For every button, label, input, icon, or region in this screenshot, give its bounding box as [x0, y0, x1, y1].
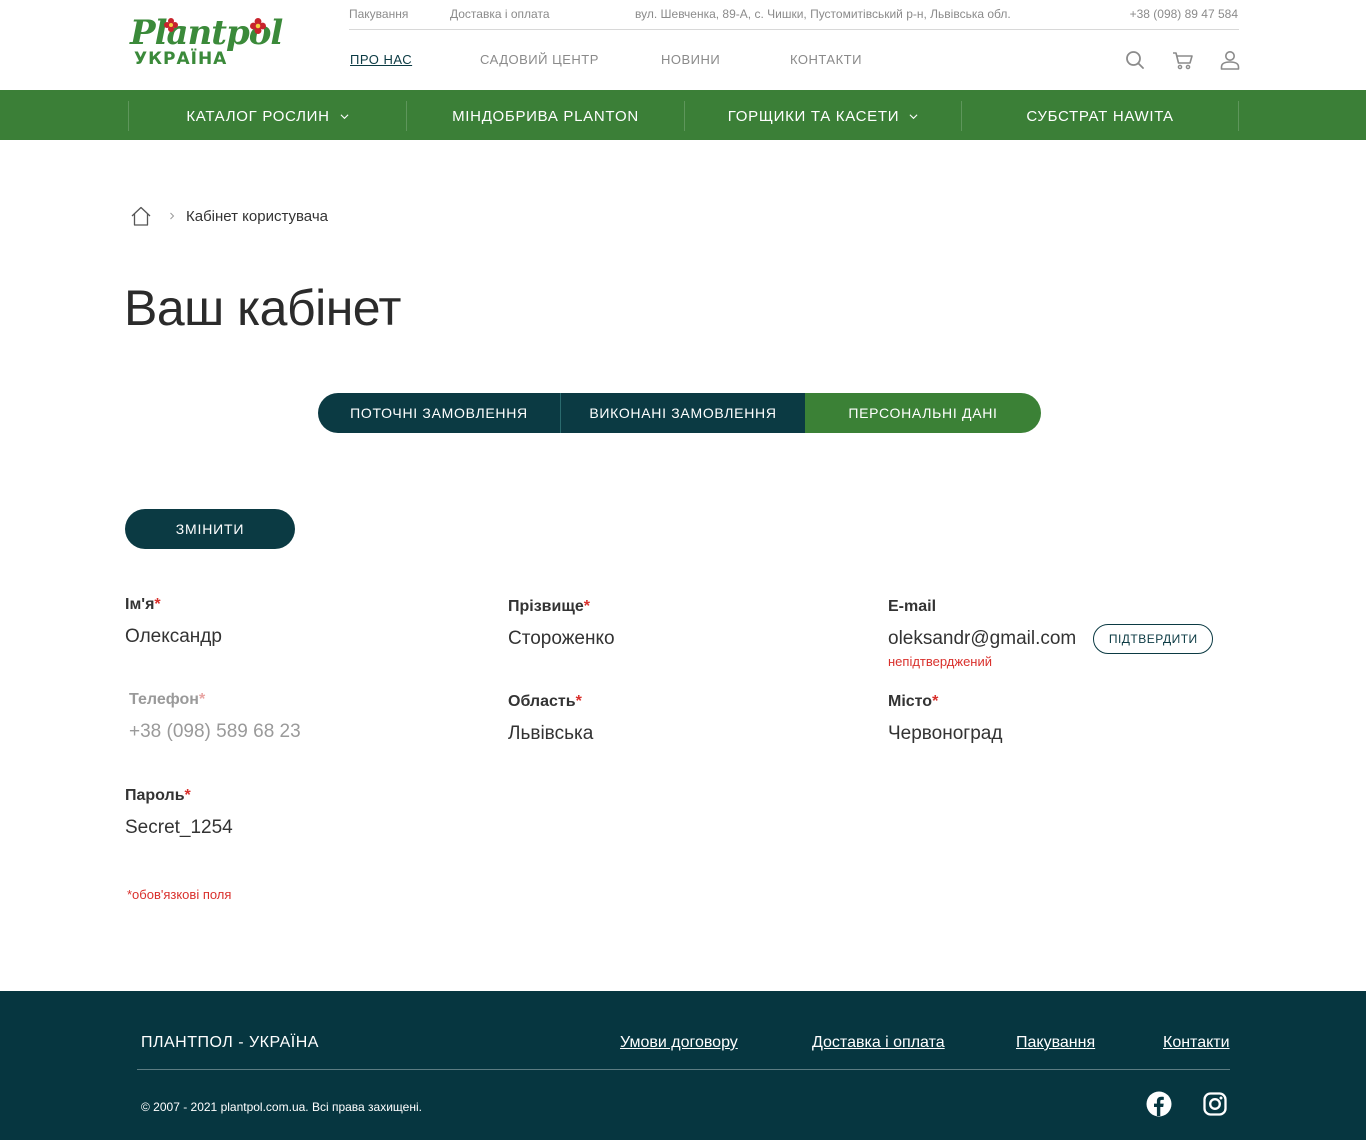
chevron-down-icon [909, 113, 918, 119]
region-value[interactable]: Львівська [508, 723, 593, 745]
catalog-nav-substrate-label: СУБСТРАТ HAWITA [1026, 107, 1174, 125]
city-label: Місто* [888, 693, 1002, 711]
surname-value[interactable]: Стороженко [508, 628, 615, 650]
catalog-nav-substrate[interactable]: СУБСТРАТ HAWITA [961, 101, 1239, 131]
footer-copyright: © 2007 - 2021 plantpol.com.ua. Всі права… [141, 1100, 422, 1114]
facebook-icon[interactable] [1146, 1091, 1172, 1117]
required-mark: * [154, 596, 161, 613]
site-footer: ПЛАНТПОЛ - УКРАЇНА Умови договору Достав… [0, 991, 1366, 1140]
region-label: Область* [508, 693, 593, 711]
instagram-icon[interactable] [1202, 1091, 1228, 1117]
catalog-nav-pots-label: ГОРЩИКИ ТА КАСЕТИ [727, 107, 900, 125]
name-label: Ім'я* [125, 596, 222, 614]
email-value[interactable]: oleksandr@gmail.com [888, 628, 1076, 650]
password-field: Пароль* Secret_1254 [125, 787, 233, 839]
phone-field: Телефон* +38 (098) 589 68 23 [129, 691, 301, 743]
nav-item-news[interactable]: НОВИНИ [661, 52, 720, 67]
nav-item-contacts[interactable]: КОНТАКТИ [790, 52, 862, 67]
nav-item-about[interactable]: ПРО НАС [350, 52, 412, 67]
footer-link-contacts[interactable]: Контакти [1163, 1034, 1230, 1052]
city-value[interactable]: Червоноград [888, 723, 1002, 745]
top-info-strip: Пакування Доставка і оплата вул. Шевченк… [349, 0, 1239, 30]
required-mark: * [575, 693, 582, 710]
site-header: Plantpol УКРАЇНА Пакування Доставка і оп… [0, 0, 1366, 90]
email-row: oleksandr@gmail.com ПІДТВЕРДИТИ [888, 624, 1214, 654]
surname-label: Прізвище* [508, 598, 615, 616]
catalog-nav-fertilizers-label: МІНДОБРИВА PLANTON [452, 107, 639, 125]
footer-link-delivery[interactable]: Доставка і оплата [812, 1034, 945, 1052]
city-field: Місто* Червоноград [888, 693, 1002, 745]
footer-link-terms[interactable]: Умови договору [620, 1034, 738, 1052]
required-mark: * [198, 691, 206, 708]
email-status: непідтверджений [888, 654, 993, 669]
footer-divider [137, 1069, 1230, 1070]
top-link-delivery[interactable]: Доставка і оплата [450, 7, 550, 21]
region-field: Область* Львівська [508, 693, 593, 745]
chevron-right-icon [170, 212, 175, 220]
logo-flower-icon [250, 18, 266, 34]
top-link-packaging[interactable]: Пакування [349, 7, 408, 21]
change-button[interactable]: ЗМІНИТИ [125, 509, 295, 549]
site-logo[interactable]: Plantpol УКРАЇНА [130, 16, 286, 70]
email-label: E-mail [888, 598, 937, 615]
logo-flower-icon [164, 18, 178, 32]
tab-personal-data[interactable]: ПЕРСОНАЛЬНІ ДАНІ [805, 393, 1041, 433]
surname-field: Прізвище* Стороженко [508, 598, 615, 650]
region-label-text: Область [508, 693, 576, 710]
user-icon[interactable] [1218, 48, 1242, 72]
name-value[interactable]: Олександр [125, 626, 222, 648]
name-label-text: Ім'я [125, 596, 155, 613]
email-field: E-mail oleksandr@gmail.com ПІДТВЕРДИТИ н… [888, 598, 1214, 669]
top-phone[interactable]: +38 (098) 89 47 584 [1130, 7, 1238, 21]
password-value[interactable]: Secret_1254 [125, 817, 233, 839]
logo-subtitle: УКРАЇНА [134, 49, 228, 69]
surname-label-text: Прізвище [508, 598, 584, 615]
catalog-nav-plants-label: КАТАЛОГ РОСЛИН [186, 107, 330, 125]
tab-completed-orders[interactable]: ВИКОНАНІ ЗАМОВЛЕННЯ [561, 393, 805, 433]
footer-link-packaging[interactable]: Пакування [1016, 1034, 1095, 1052]
home-icon[interactable] [130, 205, 152, 227]
required-mark: * [932, 693, 939, 710]
password-label-text: Пароль [125, 787, 185, 804]
catalog-nav-plants[interactable]: КАТАЛОГ РОСЛИН [128, 101, 406, 131]
name-field: Ім'я* Олександр [125, 596, 222, 648]
required-fields-note: *обов'язкові поля [127, 887, 232, 902]
phone-label-text: Телефон [129, 691, 199, 708]
breadcrumb-current: Кабінет користувача [186, 207, 328, 225]
top-address: вул. Шевченка, 89-А, с. Чишки, Пустомиті… [635, 7, 1011, 21]
catalog-nav-pots[interactable]: ГОРЩИКИ ТА КАСЕТИ [684, 101, 961, 131]
page-title: Ваш кабінет [124, 280, 401, 336]
confirm-email-button[interactable]: ПІДТВЕРДИТИ [1093, 624, 1214, 654]
account-tabs: ПОТОЧНІ ЗАМОВЛЕННЯ ВИКОНАНІ ЗАМОВЛЕННЯ П… [318, 393, 1041, 433]
chevron-down-icon [340, 113, 349, 119]
tab-current-orders[interactable]: ПОТОЧНІ ЗАМОВЛЕННЯ [318, 393, 561, 433]
cart-icon[interactable] [1171, 48, 1195, 72]
search-icon[interactable] [1123, 48, 1147, 72]
catalog-nav: КАТАЛОГ РОСЛИН МІНДОБРИВА PLANTON ГОРЩИК… [0, 90, 1366, 140]
password-label: Пароль* [125, 787, 233, 805]
city-label-text: Місто [888, 693, 933, 710]
nav-item-garden-center[interactable]: САДОВИЙ ЦЕНТР [480, 52, 599, 67]
required-mark: * [583, 598, 590, 615]
required-mark: * [184, 787, 191, 804]
catalog-nav-fertilizers[interactable]: МІНДОБРИВА PLANTON [406, 101, 684, 131]
phone-label: Телефон* [129, 691, 301, 709]
footer-brand: ПЛАНТПОЛ - УКРАЇНА [141, 1034, 319, 1051]
phone-value: +38 (098) 589 68 23 [129, 721, 301, 742]
breadcrumb: Кабінет користувача [130, 203, 328, 229]
